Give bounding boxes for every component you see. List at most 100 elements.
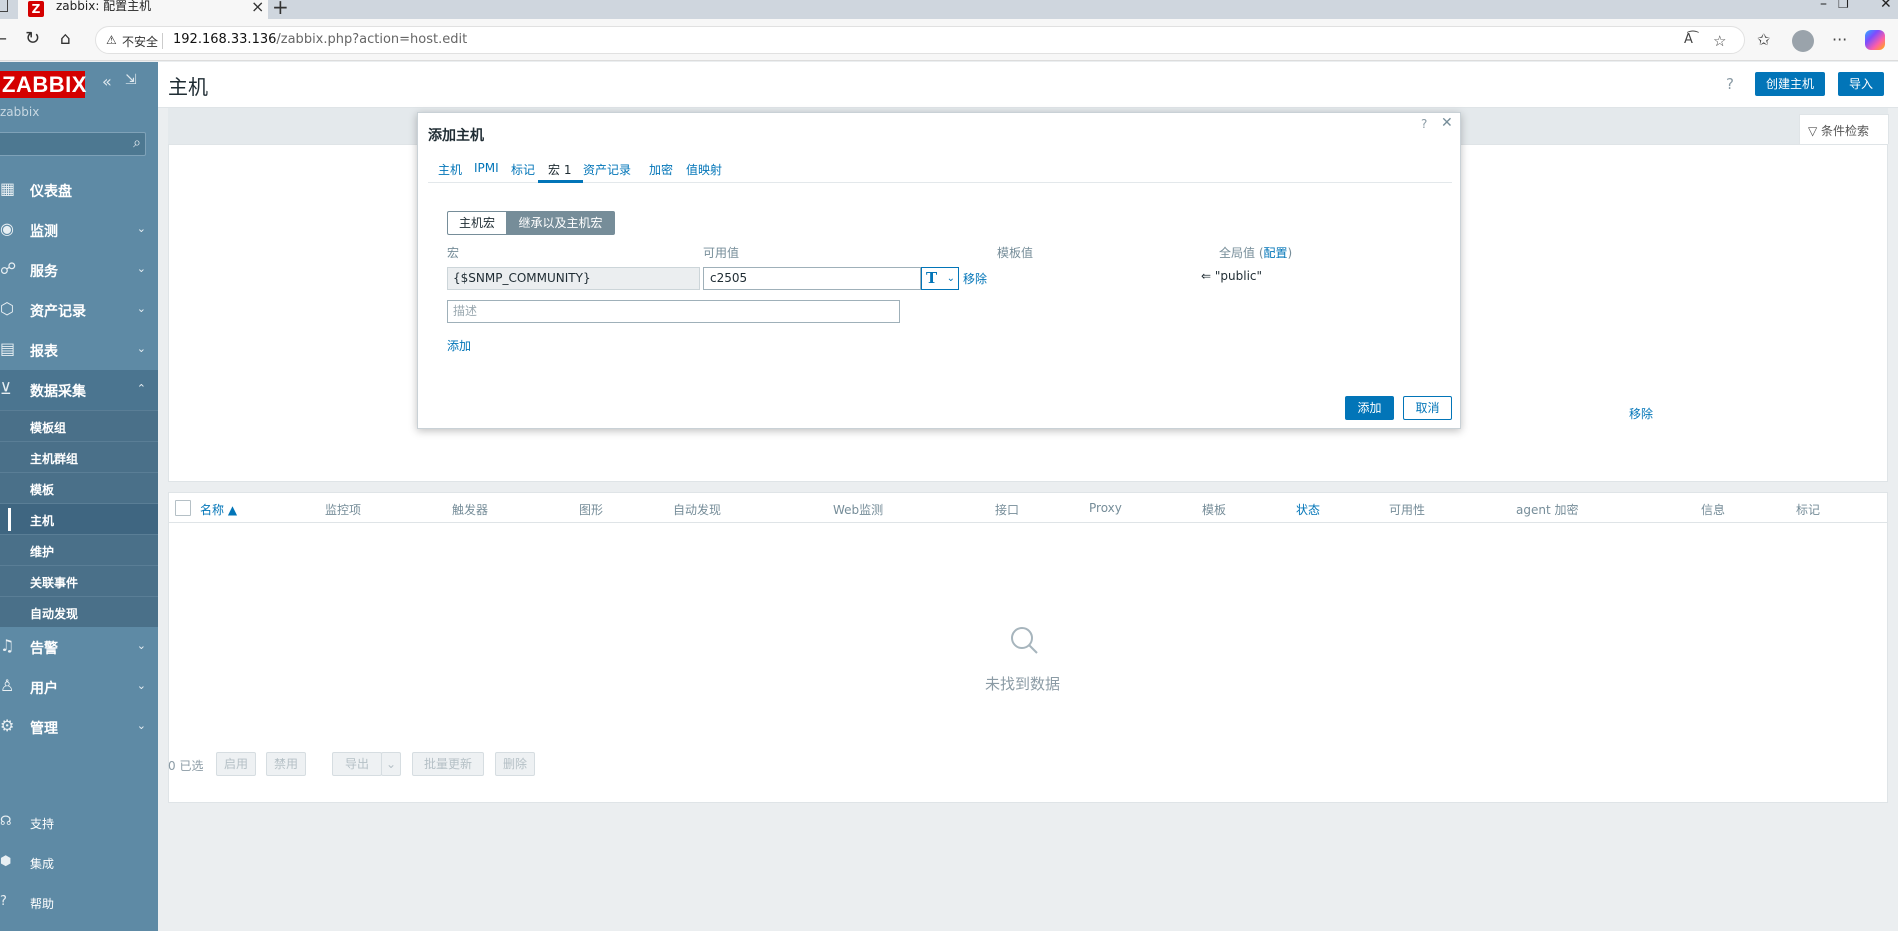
footer-help[interactable]: ? 帮助 bbox=[0, 887, 158, 917]
tab-tags[interactable]: 标记 bbox=[511, 161, 535, 178]
url-host: 192.168.33.136 bbox=[173, 32, 277, 47]
remove-macro-link[interactable]: 移除 bbox=[963, 270, 987, 287]
zabbix-favicon-icon: Z bbox=[28, 1, 44, 17]
column-graphs: 图形 bbox=[579, 503, 604, 517]
cancel-button[interactable]: 取消 bbox=[1403, 396, 1452, 420]
chevron-up-icon: ⌃ bbox=[136, 382, 146, 395]
add-button[interactable]: 添加 bbox=[1345, 396, 1394, 420]
read-aloud-icon[interactable]: A͡ bbox=[1684, 32, 1693, 47]
warning-icon[interactable]: ⚠ bbox=[106, 33, 117, 47]
inventory-icon: ⬡ bbox=[0, 299, 14, 318]
macro-value-input[interactable]: c2505 bbox=[703, 267, 921, 290]
submenu-item-discovery[interactable]: 自动发现 bbox=[0, 596, 158, 627]
menu-item-administration[interactable]: ⚙ 管理 ⌄ bbox=[0, 707, 158, 747]
column-status[interactable]: 状态 bbox=[1296, 501, 1320, 518]
create-host-button[interactable]: 创建主机 bbox=[1755, 72, 1826, 96]
new-tab-icon[interactable]: + bbox=[272, 0, 289, 19]
search-icon[interactable]: ⌕ bbox=[133, 135, 141, 151]
menu-item-services[interactable]: ☍ 服务 ⌄ bbox=[0, 250, 158, 290]
footer-support[interactable]: ☊ 支持 bbox=[0, 807, 158, 837]
tab-value-mapping[interactable]: 值映射 bbox=[686, 161, 722, 178]
restore-icon[interactable]: ❐ bbox=[1838, 0, 1849, 11]
tab-ipmi[interactable]: IPMI bbox=[474, 161, 499, 175]
menu-label: 资产记录 bbox=[30, 304, 86, 320]
not-secure-label[interactable]: 不安全 bbox=[122, 33, 158, 50]
tab-macros[interactable]: 宏 1 bbox=[548, 161, 571, 178]
menu-label: 数据采集 bbox=[30, 384, 86, 400]
collapse-sidebar-icon[interactable]: « bbox=[102, 72, 112, 91]
tab-encryption[interactable]: 加密 bbox=[649, 161, 673, 178]
delete-button[interactable]: 删除 bbox=[495, 752, 535, 776]
no-data-message: 未找到数据 bbox=[985, 675, 1061, 693]
favorite-star-icon[interactable]: ☆ bbox=[1713, 32, 1726, 50]
footer-label: 集成 bbox=[30, 857, 55, 871]
tab-host[interactable]: 主机 bbox=[438, 161, 462, 178]
menu-item-inventory[interactable]: ⬡ 资产记录 ⌄ bbox=[0, 290, 158, 330]
filter-icon: ▽ bbox=[1808, 124, 1822, 138]
url-bar[interactable]: ⚠ 不安全 192.168.33.136/zabbix.php?action=h… bbox=[95, 26, 1745, 54]
menu-item-alerts[interactable]: ♫ 告警 ⌄ bbox=[0, 627, 158, 667]
column-name[interactable]: 名称 ▲ bbox=[200, 501, 237, 518]
filter-tab[interactable]: ▽ 条件检索 bbox=[1799, 114, 1889, 144]
enable-button[interactable]: 启用 bbox=[216, 752, 256, 776]
menu-label: 仪表盘 bbox=[30, 184, 72, 200]
tab-inventory[interactable]: 资产记录 bbox=[583, 161, 631, 178]
disable-button[interactable]: 禁用 bbox=[266, 752, 306, 776]
submenu-item-maintenance[interactable]: 维护 bbox=[0, 534, 158, 565]
sidebar-toggle-icon[interactable] bbox=[0, 0, 8, 12]
services-icon: ☍ bbox=[0, 259, 17, 278]
host-macros-toggle[interactable]: 主机宏 bbox=[447, 211, 507, 235]
help-icon[interactable]: ? bbox=[1726, 75, 1734, 93]
export-dropdown-icon[interactable]: ⌄ bbox=[381, 752, 401, 776]
mass-update-button[interactable]: 批量更新 bbox=[412, 752, 484, 776]
footer-integrations[interactable]: ⬢ 集成 bbox=[0, 847, 158, 877]
profile-avatar[interactable] bbox=[1792, 30, 1814, 52]
global-macro-value: ⇐ "public" bbox=[1201, 269, 1263, 283]
menu-item-users[interactable]: ♙ 用户 ⌄ bbox=[0, 667, 158, 707]
favorites-icon[interactable]: ✩ bbox=[1757, 30, 1770, 49]
macro-description-input[interactable]: 描述 bbox=[447, 300, 900, 323]
submenu-item-template-groups[interactable]: 模板组 bbox=[0, 410, 158, 441]
window-close-icon[interactable]: ✕ bbox=[1880, 0, 1892, 12]
value-type-select[interactable]: T ⌄ bbox=[921, 267, 959, 290]
browser-tab[interactable]: Z zabbix: 配置主机 × bbox=[18, 0, 268, 19]
submenu-item-event-correlation[interactable]: 关联事件 bbox=[0, 565, 158, 596]
active-tab-indicator bbox=[538, 180, 583, 183]
menu-item-dashboard[interactable]: ▦ 仪表盘 bbox=[0, 170, 158, 210]
column-template-value: 模板值 bbox=[997, 246, 1034, 260]
close-icon[interactable]: ✕ bbox=[1441, 115, 1453, 131]
submenu-item-hosts[interactable]: 主机 bbox=[0, 503, 158, 534]
menu-item-reports[interactable]: ▤ 报表 ⌄ bbox=[0, 330, 158, 370]
url-separator bbox=[162, 33, 163, 49]
import-button[interactable]: 导入 bbox=[1838, 72, 1885, 96]
sidebar-search-input[interactable]: ⌕ bbox=[0, 132, 146, 156]
submenu-item-host-groups[interactable]: 主机群组 bbox=[0, 441, 158, 472]
inherited-macros-toggle[interactable]: 继承以及主机宏 bbox=[506, 211, 615, 235]
select-all-checkbox[interactable] bbox=[175, 500, 191, 516]
help-icon[interactable]: ? bbox=[1421, 117, 1427, 131]
page-header: 主机 ? 创建主机 导入 bbox=[158, 62, 1898, 108]
add-macro-link[interactable]: 添加 bbox=[447, 337, 471, 354]
kiosk-mode-icon[interactable]: ⇲ bbox=[125, 72, 137, 88]
menu-item-monitoring[interactable]: ◉ 监测 ⌄ bbox=[0, 210, 158, 250]
zabbix-logo[interactable]: ZABBIX bbox=[0, 71, 86, 98]
menu-label: 服务 bbox=[30, 264, 58, 280]
column-global-value: 全局值 (配置) bbox=[1219, 246, 1293, 260]
submenu-label: 维护 bbox=[30, 545, 55, 559]
url-text[interactable]: 192.168.33.136/zabbix.php?action=host.ed… bbox=[173, 32, 467, 47]
submenu-label: 模板组 bbox=[30, 421, 67, 435]
back-icon[interactable]: – bbox=[0, 29, 7, 49]
reload-icon[interactable]: ↻ bbox=[25, 29, 40, 49]
copilot-icon[interactable] bbox=[1865, 30, 1885, 50]
minimize-icon[interactable]: – bbox=[1820, 0, 1827, 12]
tab-close-icon[interactable]: × bbox=[251, 0, 264, 16]
column-tags: 标记 bbox=[1796, 503, 1821, 517]
text-type-icon: T bbox=[926, 269, 938, 287]
filter-remove-link[interactable]: 移除 bbox=[1629, 405, 1653, 422]
more-icon[interactable]: ··· bbox=[1832, 30, 1847, 49]
menu-item-data-collection[interactable]: ⊻ 数据采集 ⌃ bbox=[0, 370, 158, 410]
config-link[interactable]: 配置 bbox=[1264, 246, 1288, 260]
submenu-item-templates[interactable]: 模板 bbox=[0, 472, 158, 503]
home-icon[interactable]: ⌂ bbox=[60, 29, 71, 49]
export-button[interactable]: 导出 bbox=[332, 752, 382, 776]
